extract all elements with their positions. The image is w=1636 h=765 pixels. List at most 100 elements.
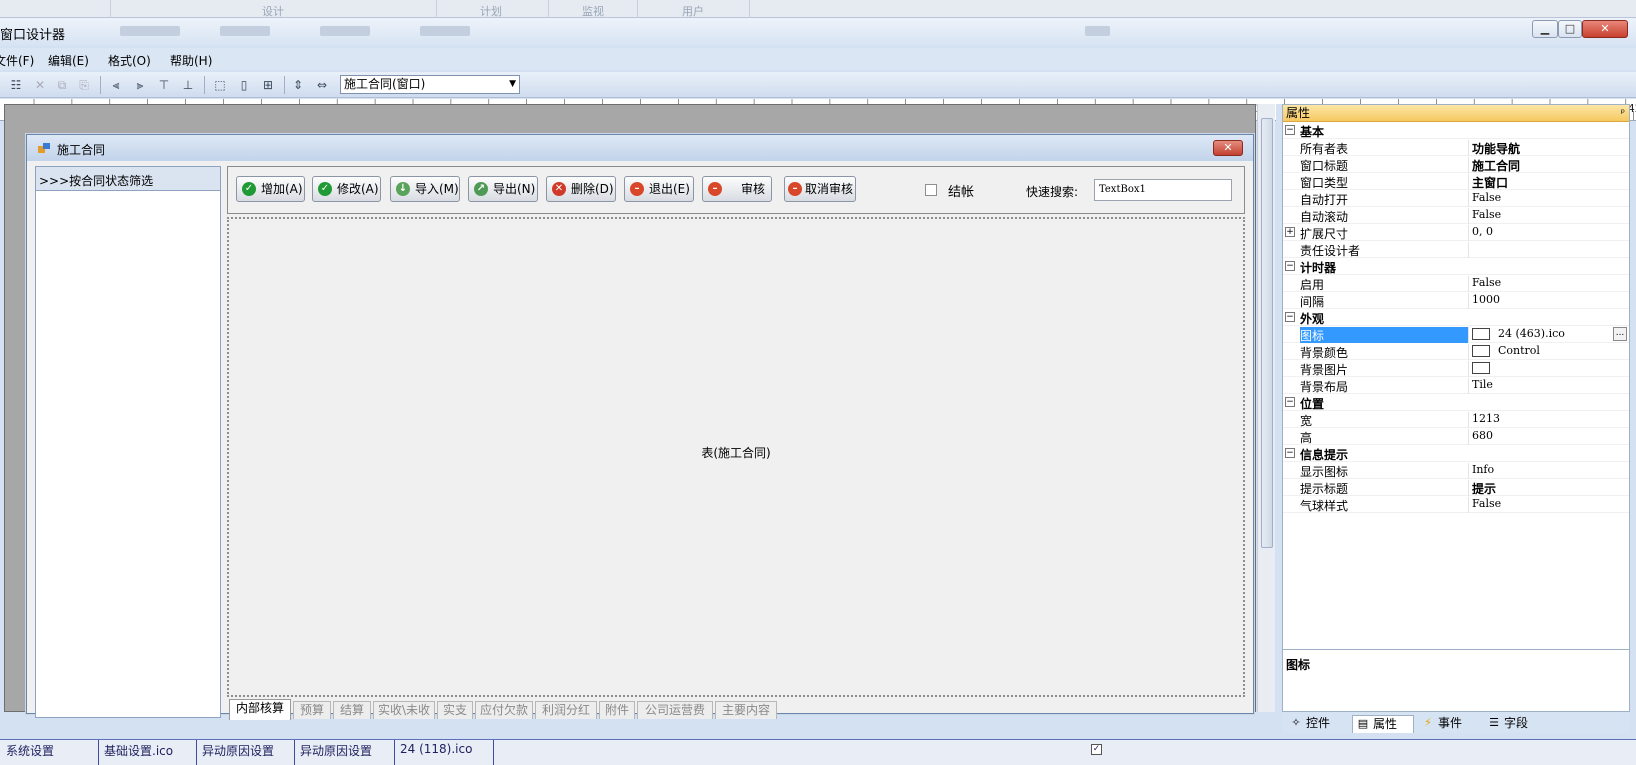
property-row[interactable]: 窗口标题 施工合同	[1283, 156, 1629, 173]
pin-icon[interactable]: ᵖ	[1621, 106, 1625, 122]
tab-internal-accounting[interactable]: 内部核算	[229, 699, 291, 720]
property-category[interactable]: − 外观	[1283, 309, 1629, 326]
tab-controls[interactable]: ✧ 控件	[1286, 715, 1348, 733]
same-width-icon[interactable]: ⬚	[212, 77, 228, 93]
property-row[interactable]: 气球样式 False	[1283, 496, 1629, 513]
object-selector-combo[interactable]: 施工合同(窗口) ▼	[340, 75, 520, 94]
property-value[interactable]: 功能导航	[1468, 140, 1628, 156]
vertical-spacing-icon[interactable]: ⇕	[290, 77, 306, 93]
close-button[interactable]: ✕	[1582, 20, 1628, 38]
minimize-button[interactable]: ▁	[1532, 20, 1558, 38]
expand-icon[interactable]: +	[1285, 227, 1295, 237]
paste-icon[interactable]: ⎘	[76, 77, 92, 93]
scrollbar-thumb[interactable]	[1261, 118, 1273, 548]
exit-button[interactable]: – 退出(E)	[624, 176, 694, 202]
tab-events[interactable]: ⚡ 事件	[1418, 715, 1480, 733]
export-button[interactable]: ↗ 导出(N)	[468, 176, 538, 202]
designed-form[interactable]: 施工合同 ✕ >>>按合同状态筛选 ✓ 增加(A) ✓ 修改(A) ↓ 导入(M…	[26, 134, 1254, 720]
same-height-icon[interactable]: ▯	[236, 77, 252, 93]
property-value[interactable]: False	[1468, 276, 1628, 292]
property-value[interactable]: 1213	[1468, 412, 1628, 428]
tab-received-unreceived[interactable]: 实收\未收	[373, 701, 435, 719]
copy-icon[interactable]: ⧉	[54, 77, 70, 93]
settle-checkbox[interactable]	[925, 184, 937, 196]
collapse-icon[interactable]: −	[1285, 261, 1295, 271]
property-row[interactable]: 责任设计者	[1283, 241, 1629, 258]
property-value[interactable]: 施工合同	[1468, 157, 1628, 173]
tab-payables[interactable]: 应付欠款	[475, 701, 533, 719]
align-bottom-icon[interactable]: ⊥	[180, 77, 196, 93]
collapse-icon[interactable]: −	[1285, 125, 1295, 135]
property-value[interactable]: Control	[1468, 344, 1628, 360]
tab-budget[interactable]: 预算	[293, 701, 331, 719]
horizontal-spacing-icon[interactable]: ⇔	[314, 77, 330, 93]
property-category[interactable]: − 计时器	[1283, 258, 1629, 275]
tab-fields[interactable]: ☰ 字段	[1484, 715, 1546, 733]
ellipsis-button[interactable]: ...	[1613, 327, 1627, 341]
tab-properties[interactable]: ▤ 属性	[1352, 715, 1414, 733]
tab-settlement[interactable]: 结算	[333, 701, 371, 719]
chevron-down-icon[interactable]: ▼	[509, 76, 516, 93]
property-row[interactable]: 背景图片	[1283, 360, 1629, 377]
table-placeholder[interactable]: 表(施工合同)	[227, 217, 1245, 697]
same-size-icon[interactable]: ⊞	[260, 77, 276, 93]
review-button[interactable]: – 审核	[702, 176, 772, 202]
menu-help[interactable]: 帮助(H)	[170, 52, 212, 69]
tab-main-content[interactable]: 主要内容	[715, 701, 777, 719]
property-value[interactable]: 提示	[1468, 480, 1628, 496]
property-row[interactable]: 宽 1213	[1283, 411, 1629, 428]
add-button[interactable]: ✓ 增加(A)	[236, 176, 305, 202]
maximize-button[interactable]: □	[1558, 20, 1582, 38]
align-right-icon[interactable]: ⫸	[132, 77, 148, 93]
property-row[interactable]: 自动滚动 False	[1283, 207, 1629, 224]
property-row[interactable]: 自动打开 False	[1283, 190, 1629, 207]
property-value[interactable]: Tile	[1468, 378, 1628, 394]
menu-file[interactable]: 文件(F)	[0, 52, 34, 69]
property-value[interactable]: 24 (463).ico	[1468, 327, 1628, 343]
quick-search-input[interactable]: TextBox1	[1094, 179, 1232, 201]
property-row[interactable]: 背景布局 Tile	[1283, 377, 1629, 394]
tab-actual-payment[interactable]: 实支	[437, 701, 473, 719]
tab-profit-dividend[interactable]: 利润分红	[535, 701, 597, 719]
property-category[interactable]: − 基本	[1283, 122, 1629, 139]
menu-format[interactable]: 格式(O)	[108, 52, 151, 69]
tab-attachments[interactable]: 附件	[599, 701, 635, 719]
modify-button[interactable]: ✓ 修改(A)	[312, 176, 381, 202]
property-row[interactable]: 图标 24 (463).ico...	[1283, 326, 1629, 343]
property-value[interactable]: 0, 0	[1468, 225, 1628, 241]
property-row[interactable]: 背景颜色 Control	[1283, 343, 1629, 360]
property-row[interactable]: 启用 False	[1283, 275, 1629, 292]
property-value[interactable]: False	[1468, 497, 1628, 513]
align-left-icon[interactable]: ⫷	[108, 77, 124, 93]
property-row[interactable]: 所有者表 功能导航	[1283, 139, 1629, 156]
import-button[interactable]: ↓ 导入(M)	[390, 176, 460, 202]
tab-company-operating-cost[interactable]: 公司运营费	[637, 701, 713, 719]
collapse-icon[interactable]: −	[1285, 312, 1295, 322]
tab-order-icon[interactable]: ☷	[8, 77, 24, 93]
property-row[interactable]: + 扩展尺寸 0, 0	[1283, 224, 1629, 241]
cancel-review-button[interactable]: – 取消审核	[784, 176, 856, 202]
contract-status-filter-panel[interactable]: >>>按合同状态筛选	[35, 166, 221, 718]
form-close-button[interactable]: ✕	[1213, 140, 1243, 156]
align-top-icon[interactable]: ⊤	[156, 77, 172, 93]
filter-panel-header[interactable]: >>>按合同状态筛选	[36, 167, 220, 191]
property-value[interactable]: False	[1468, 191, 1628, 207]
property-row[interactable]: 提示标题 提示	[1283, 479, 1629, 496]
property-category[interactable]: − 信息提示	[1283, 445, 1629, 462]
design-vertical-scrollbar[interactable]	[1257, 104, 1275, 712]
property-value[interactable]	[1468, 242, 1628, 258]
property-row[interactable]: 间隔 1000	[1283, 292, 1629, 309]
delete-button[interactable]: ✕ 删除(D)	[546, 176, 616, 202]
delete-icon[interactable]: ✕	[32, 77, 48, 93]
property-value[interactable]: 主窗口	[1468, 174, 1628, 190]
property-value[interactable]: 680	[1468, 429, 1628, 445]
property-row[interactable]: 高 680	[1283, 428, 1629, 445]
property-row[interactable]: 显示图标 Info	[1283, 462, 1629, 479]
collapse-icon[interactable]: −	[1285, 448, 1295, 458]
property-value[interactable]: Info	[1468, 463, 1628, 479]
property-category[interactable]: − 位置	[1283, 394, 1629, 411]
property-value[interactable]: 1000	[1468, 293, 1628, 309]
collapse-icon[interactable]: −	[1285, 397, 1295, 407]
property-row[interactable]: 窗口类型 主窗口	[1283, 173, 1629, 190]
menu-edit[interactable]: 编辑(E)	[48, 52, 89, 69]
